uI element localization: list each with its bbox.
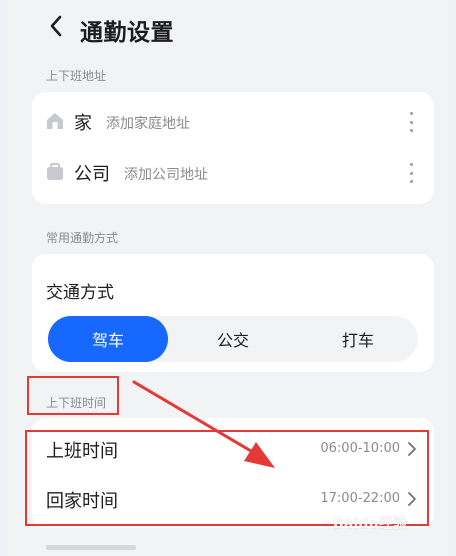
company-more-icon[interactable] xyxy=(402,163,420,183)
address-section-label: 上下班地址 xyxy=(46,69,107,83)
mode-drive-button[interactable]: 驾车 xyxy=(48,316,168,362)
transport-mode-selector: 驾车 公交 打车 xyxy=(48,316,418,362)
home-address-placeholder: 添加家庭地址 xyxy=(106,116,190,132)
back-chevron-icon xyxy=(50,15,62,37)
header: 通勤设置 xyxy=(8,0,448,52)
transport-title: 交通方式 xyxy=(46,283,114,303)
address-row-home[interactable]: 家 添加家庭地址 xyxy=(32,98,434,146)
transport-section-label: 常用通勤方式 xyxy=(46,231,119,245)
company-label: 公司 xyxy=(74,164,110,185)
back-button[interactable] xyxy=(42,12,70,40)
home-label: 家 xyxy=(74,113,92,134)
transport-card: 交通方式 驾车 公交 打车 xyxy=(32,254,434,372)
briefcase-icon xyxy=(47,163,63,180)
page-title: 通勤设置 xyxy=(80,20,174,46)
home-more-icon[interactable] xyxy=(402,112,420,132)
mode-bus-button[interactable]: 公交 xyxy=(173,316,293,362)
annotation-box-time-rows xyxy=(25,430,429,526)
company-address-placeholder: 添加公司地址 xyxy=(124,167,208,183)
mode-taxi-button[interactable]: 打车 xyxy=(298,316,418,362)
address-row-company[interactable]: 公司 添加公司地址 xyxy=(32,149,434,197)
address-card: 家 添加家庭地址 公司 添加公司地址 xyxy=(32,92,434,204)
next-section-label-peek xyxy=(46,545,136,550)
watermark: Baidu经验 xyxy=(333,516,408,532)
annotation-box-section-label xyxy=(27,376,119,415)
home-icon xyxy=(47,113,63,129)
